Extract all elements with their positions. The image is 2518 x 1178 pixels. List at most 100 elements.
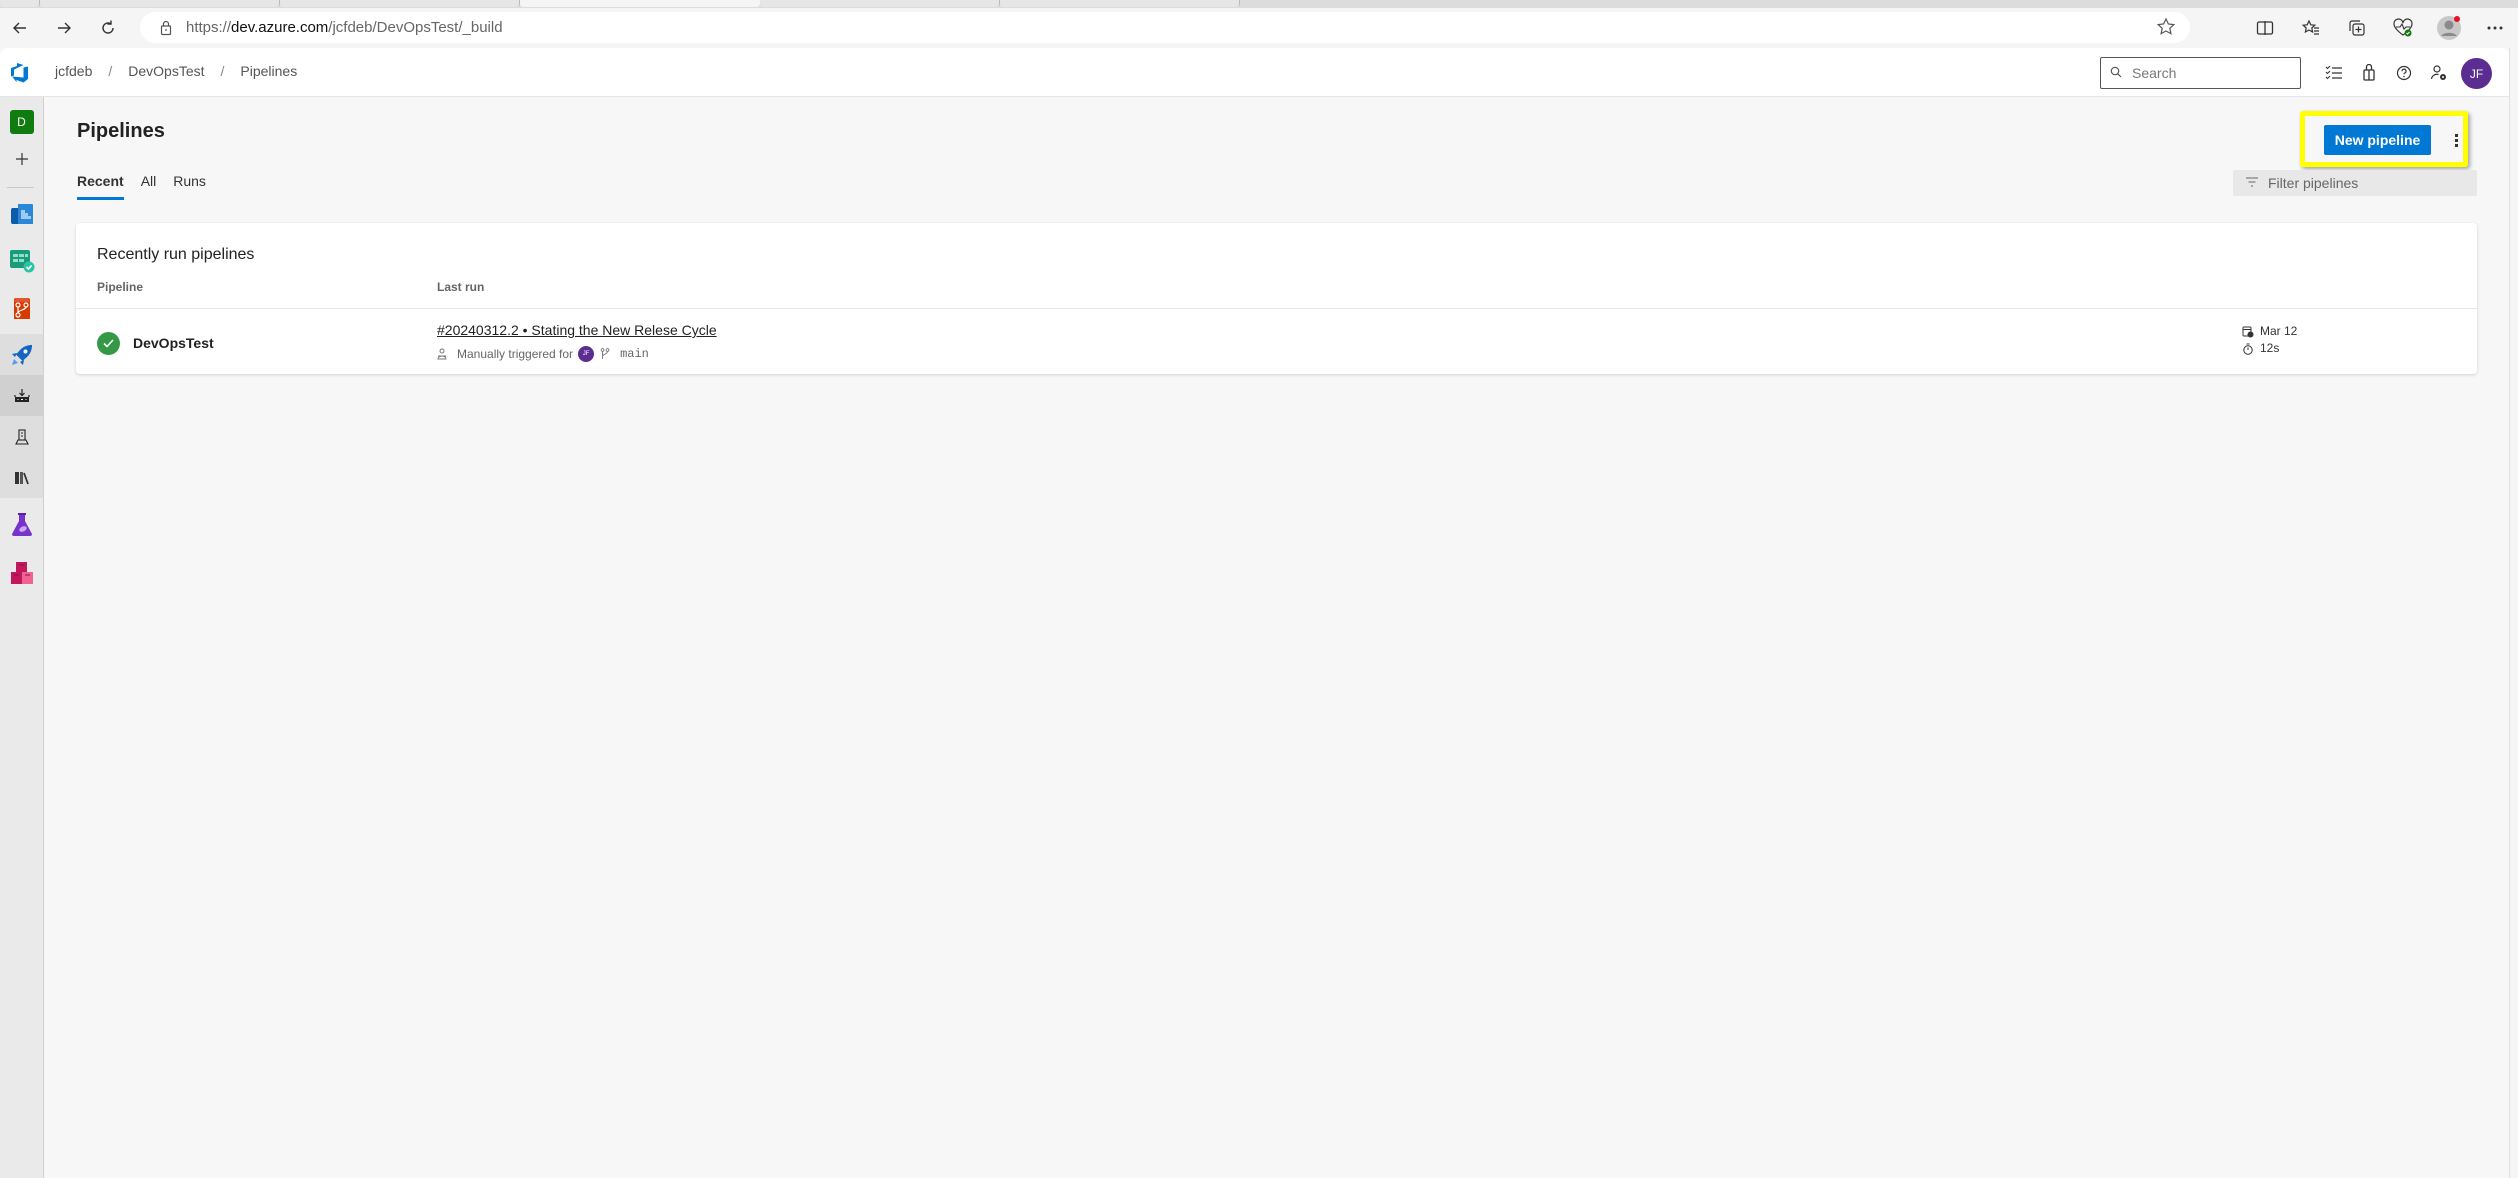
nav-repos[interactable] — [0, 288, 43, 329]
tab-all[interactable]: All — [141, 173, 157, 200]
more-horizontal-icon — [2487, 26, 2503, 30]
calendar-clock-icon — [2242, 326, 2256, 338]
breadcrumb-separator: / — [108, 63, 113, 79]
boards-icon — [9, 249, 34, 272]
collections-icon — [2349, 20, 2365, 36]
browser-tab-strip — [0, 0, 2518, 8]
stopwatch-icon — [2242, 343, 2256, 355]
shopping-bag-icon — [2362, 64, 2375, 81]
url-domain: dev.azure.com — [231, 19, 329, 36]
back-button[interactable] — [6, 14, 34, 42]
search-input[interactable] — [2132, 65, 2282, 81]
user-settings-icon — [2430, 65, 2446, 80]
pipelines-icon — [11, 344, 32, 365]
nav-divider — [7, 187, 34, 188]
new-pipeline-button[interactable]: New pipeline — [2324, 125, 2431, 155]
checklist-icon — [2325, 65, 2342, 80]
trigger-user-avatar: JF — [578, 346, 595, 362]
collections-button[interactable] — [2334, 12, 2380, 44]
lock-icon[interactable] — [156, 20, 176, 36]
browser-menu-button[interactable] — [2472, 12, 2518, 44]
browser-toolbar-icons — [2242, 8, 2518, 48]
forward-button[interactable] — [50, 14, 78, 42]
browser-tab[interactable] — [0, 0, 40, 7]
branch-name[interactable]: main — [620, 347, 649, 361]
tab-runs[interactable]: Runs — [173, 173, 206, 200]
nav-artifacts[interactable] — [0, 552, 43, 593]
split-screen-button[interactable] — [2242, 12, 2288, 44]
nav-pipelines[interactable] — [0, 334, 43, 375]
nav-environments[interactable] — [0, 416, 43, 457]
run-timing: Mar 12 12s — [2242, 323, 2297, 357]
url-path: /jcfdeb/DevOpsTest/_build — [328, 19, 503, 36]
split-screen-icon — [2256, 21, 2274, 35]
azure-devops-logo-icon[interactable] — [8, 62, 30, 84]
browser-tab[interactable] — [1000, 0, 1240, 7]
breadcrumb-pipelines[interactable]: Pipelines — [240, 63, 297, 79]
card-title: Recently run pipelines — [97, 246, 255, 263]
breadcrumb-separator: / — [220, 63, 225, 79]
arrow-left-icon — [13, 22, 26, 34]
user-avatar[interactable]: JF — [2461, 58, 2492, 89]
artifacts-icon — [10, 561, 33, 584]
search-box[interactable] — [2100, 57, 2301, 89]
more-actions-button[interactable] — [2452, 130, 2460, 150]
project-badge: D — [9, 109, 34, 134]
browser-tab[interactable] — [280, 0, 520, 7]
nav-test-plans[interactable] — [0, 504, 43, 545]
pipeline-row[interactable]: DevOpsTest #20240312.2 • Stating the New… — [76, 308, 2477, 374]
new-project-button[interactable] — [0, 143, 43, 175]
favorites-icon — [2301, 19, 2319, 35]
user-settings-button[interactable] — [2421, 57, 2456, 89]
profile-icon — [2437, 16, 2461, 40]
browser-essentials-button[interactable] — [2380, 12, 2426, 44]
tab-recent[interactable]: Recent — [77, 173, 124, 200]
search-icon — [2110, 66, 2124, 81]
filter-icon — [2245, 174, 2259, 192]
breadcrumb-organization[interactable]: jcfdeb — [55, 63, 92, 79]
pipelines-tabs: Recent All Runs — [77, 173, 223, 200]
repos-icon — [13, 297, 30, 319]
environments-icon — [14, 428, 29, 445]
page-scrollbar[interactable] — [2509, 48, 2518, 1178]
nav-boards[interactable] — [0, 240, 43, 281]
breadcrumb-project[interactable]: DevOpsTest — [128, 63, 204, 79]
browser-tab-active[interactable] — [520, 0, 760, 7]
more-vertical-icon-dot — [2454, 143, 2458, 147]
heartbeat-icon — [2393, 18, 2413, 37]
favorite-star-icon[interactable] — [2156, 17, 2176, 42]
address-bar[interactable]: https://dev.azure.com/jcfdeb/DevOpsTest/… — [140, 12, 2190, 43]
manual-trigger-icon — [437, 348, 451, 360]
browser-tab[interactable] — [40, 0, 280, 7]
success-status-icon — [97, 332, 120, 355]
url-text[interactable]: https://dev.azure.com/jcfdeb/DevOpsTest/… — [186, 19, 503, 36]
arrow-right-icon — [58, 22, 71, 34]
pipelines-sub-icon — [13, 388, 30, 402]
browser-toolbar: https://dev.azure.com/jcfdeb/DevOpsTest/… — [0, 8, 2518, 48]
project-selector[interactable]: D — [0, 101, 43, 142]
browser-tab[interactable] — [760, 0, 1000, 7]
profile-button[interactable] — [2426, 12, 2472, 44]
recent-pipelines-card: Recently run pipelines Pipeline Last run… — [76, 223, 2477, 374]
nav-overview[interactable] — [0, 193, 43, 234]
filter-box[interactable] — [2233, 170, 2477, 196]
refresh-button[interactable] — [94, 14, 122, 42]
test-plans-icon — [11, 512, 32, 536]
last-run-link[interactable]: #20240312.2 • Stating the New Relese Cyc… — [437, 322, 717, 338]
branch-icon — [600, 348, 614, 360]
nav-pipelines-sub[interactable] — [0, 375, 43, 416]
work-items-button[interactable] — [2316, 57, 2351, 89]
filter-pipelines-input[interactable] — [2268, 175, 2468, 191]
trigger-text: Manually triggered for — [457, 347, 574, 361]
overview-icon — [10, 203, 33, 224]
header-icons — [2316, 57, 2456, 89]
ado-header: jcfdeb / DevOpsTest / Pipelines JF — [0, 48, 2509, 97]
column-header-pipeline: Pipeline — [97, 280, 144, 294]
favorites-button[interactable] — [2288, 12, 2334, 44]
pipeline-name[interactable]: DevOpsTest — [133, 335, 214, 351]
column-header-last-run: Last run — [437, 280, 485, 294]
nav-library[interactable] — [0, 457, 43, 498]
url-prefix: https:// — [186, 19, 232, 36]
help-button[interactable] — [2386, 57, 2421, 89]
marketplace-button[interactable] — [2351, 57, 2386, 89]
